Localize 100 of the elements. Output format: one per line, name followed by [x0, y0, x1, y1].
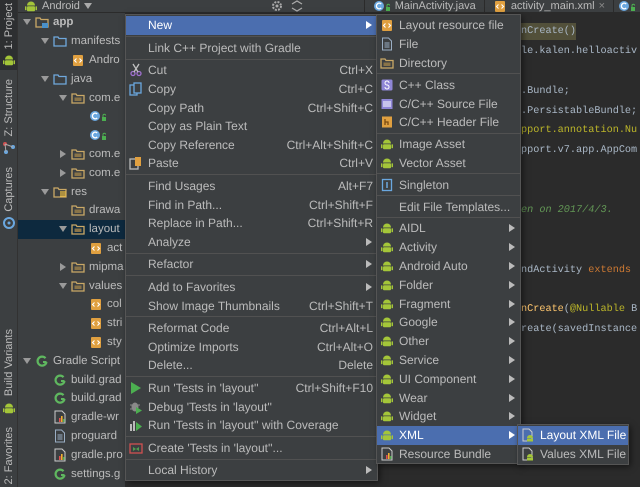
tree-item[interactable]: app — [18, 13, 125, 32]
tree-item[interactable]: build.grad — [18, 370, 125, 389]
menu-item[interactable]: Refactor — [126, 255, 377, 274]
project-view-selector[interactable]: Android — [18, 0, 92, 12]
tree-item[interactable]: layout — [18, 220, 125, 239]
expand-arrow-icon[interactable] — [59, 225, 67, 234]
menu-item[interactable]: Debug 'Tests in 'layout'' — [126, 397, 377, 416]
tool-window-button[interactable]: 1: Project — [0, 0, 17, 70]
menu-item[interactable]: Show Image Thumbnails Ctrl+Shift+T — [126, 296, 377, 315]
menu-item[interactable]: New — [126, 16, 377, 35]
menu-item[interactable]: Layout resource file — [377, 16, 520, 35]
menu-item[interactable]: Paste Ctrl+V — [126, 154, 377, 173]
expand-arrow-icon[interactable] — [23, 356, 31, 365]
menu-item[interactable]: Google — [377, 312, 520, 332]
expand-arrow-icon[interactable] — [41, 188, 49, 196]
menu-item[interactable]: Copy Ctrl+C — [126, 80, 377, 98]
expand-arrow-icon[interactable] — [23, 18, 31, 26]
menu-item[interactable]: Replace in Path... Ctrl+Shift+R — [126, 214, 377, 233]
menu-item[interactable]: C/C++ Header File — [377, 112, 520, 132]
menu-item[interactable]: AIDL — [377, 218, 520, 238]
tree-item[interactable]: com.e — [18, 144, 125, 164]
menu-item[interactable]: Widget — [377, 406, 520, 426]
tree-item[interactable]: com.e — [18, 88, 125, 107]
menu-item[interactable]: Vector Asset — [377, 154, 520, 172]
expand-arrow-icon[interactable] — [59, 282, 67, 290]
tree-item[interactable]: values — [18, 276, 125, 295]
tree-item[interactable]: drawa — [18, 200, 125, 220]
menu-item[interactable]: Cut Ctrl+X — [126, 61, 377, 80]
menu-item[interactable]: UI Component — [377, 369, 520, 388]
menu-item[interactable]: Fragment — [377, 294, 520, 313]
tree-item[interactable]: mipma — [18, 257, 125, 276]
menu-item[interactable]: File — [377, 34, 520, 54]
menu-item[interactable]: Copy as Plain Text — [126, 116, 377, 136]
xml-file-icon — [71, 52, 85, 67]
tool-window-button[interactable]: Z: Structure — [0, 76, 17, 158]
tree-item[interactable]: settings.g — [18, 464, 125, 483]
menu-item[interactable]: Android Auto — [377, 256, 520, 276]
menu-item[interactable]: Create 'Tests in 'layout''... — [126, 438, 377, 458]
menu-item[interactable]: Layout XML File — [518, 426, 628, 445]
menu-item[interactable]: Directory — [377, 54, 520, 72]
menu-item[interactable]: Local History — [126, 461, 377, 480]
close-button[interactable]: × — [598, 0, 605, 12]
tree-item[interactable]: stri — [18, 314, 125, 333]
tree-item[interactable]: java — [18, 69, 125, 88]
menu-item[interactable]: Run 'Tests in 'layout'' with Coverage — [126, 416, 377, 434]
xml-file-icon — [492, 0, 507, 12]
tree-item[interactable]: Andro — [18, 50, 125, 70]
shortcut-label: Ctrl+Alt+O — [316, 340, 373, 354]
menu-item[interactable]: Find in Path... Ctrl+Shift+F — [126, 195, 377, 214]
tree-item[interactable]: build.grad — [18, 388, 125, 408]
menu-item[interactable]: Analyze — [126, 232, 377, 252]
menu-item[interactable]: Link C++ Project with Gradle — [126, 38, 377, 58]
tree-item[interactable]: act — [18, 238, 125, 258]
folder-icon — [71, 166, 85, 180]
menu-item[interactable]: Copy Reference Ctrl+Alt+Shift+C — [126, 136, 377, 154]
menu-item[interactable]: Delete... Delete — [126, 356, 377, 375]
tree-item[interactable]: res — [18, 182, 125, 201]
menu-item[interactable]: XML — [377, 426, 520, 445]
chart-file-icon — [380, 446, 394, 461]
menu-item[interactable]: Resource Bundle — [377, 444, 520, 464]
expand-arrow-icon[interactable] — [41, 74, 49, 83]
menu-item[interactable]: Reformat Code Ctrl+Alt+L — [126, 318, 377, 338]
tree-item[interactable]: col — [18, 294, 125, 314]
tool-window-button[interactable]: 2: Favorites — [0, 424, 17, 487]
menu-item[interactable]: Wear — [377, 388, 520, 407]
expand-arrow-icon[interactable] — [59, 168, 67, 177]
menu-item[interactable]: Run 'Tests in 'layout'' Ctrl+Shift+F10 — [126, 378, 377, 398]
menu-item[interactable]: Folder — [377, 275, 520, 294]
menu-item[interactable]: Find Usages Alt+F7 — [126, 176, 377, 196]
shortcut-label: Ctrl+Shift+F10 — [296, 380, 373, 395]
expand-arrow-icon[interactable] — [59, 150, 67, 158]
menu-item[interactable]: Copy Path Ctrl+Shift+C — [126, 98, 377, 117]
menu-item[interactable]: C/C++ Source File — [377, 94, 520, 113]
menu-item[interactable]: Add to Favorites — [126, 278, 377, 296]
class-icon — [89, 109, 107, 124]
shortcut-label: Ctrl+X — [339, 63, 373, 78]
tree-item[interactable]: gradle-wr — [18, 408, 125, 427]
expand-arrow-icon[interactable] — [59, 94, 67, 102]
menu-item[interactable]: Activity — [377, 238, 520, 257]
play-icon — [129, 380, 143, 395]
tree-item[interactable]: com.e — [18, 163, 125, 182]
tree-item[interactable]: gradle.pro — [18, 445, 125, 464]
tool-window-button[interactable]: Captures — [0, 164, 17, 233]
tree-item[interactable]: manifests — [18, 32, 125, 51]
menu-item[interactable]: Values XML File — [518, 444, 628, 464]
menu-item[interactable]: Edit File Templates... — [377, 197, 520, 216]
menu-item[interactable]: Image Asset — [377, 134, 520, 154]
tree-item[interactable]: sty — [18, 332, 125, 352]
menu-item[interactable]: Singleton — [377, 175, 520, 194]
menu-item[interactable]: Service — [377, 350, 520, 370]
menu-item[interactable]: C++ Class — [377, 75, 520, 94]
expand-arrow-icon[interactable] — [41, 37, 49, 46]
expand-arrow-icon[interactable] — [59, 262, 67, 271]
menu-item[interactable]: Other — [377, 332, 520, 351]
tree-item[interactable]: Gradle Script — [18, 351, 125, 370]
tree-item[interactable]: proguard — [18, 426, 125, 446]
android-icon — [380, 390, 394, 405]
menu-item[interactable]: Optimize Imports Ctrl+Alt+O — [126, 338, 377, 356]
shortcut-label: Ctrl+Shift+C — [308, 100, 373, 115]
tool-window-button[interactable]: Build Variants — [0, 326, 17, 418]
